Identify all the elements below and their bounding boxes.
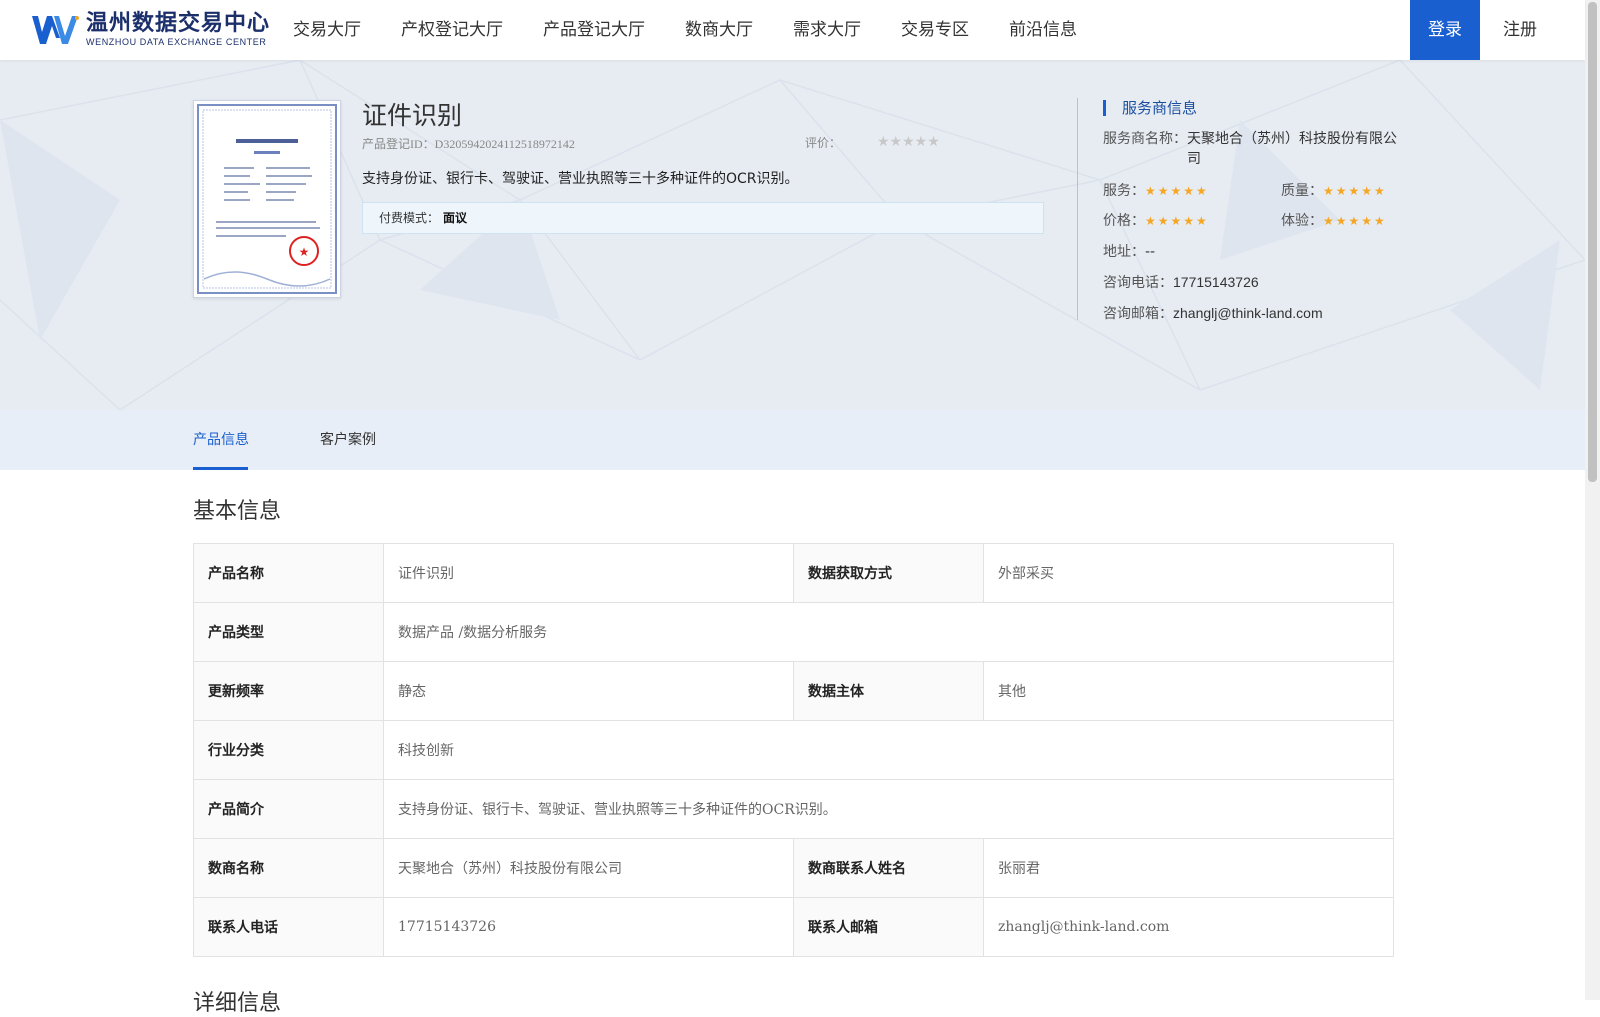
address-label: 地址： (1103, 244, 1145, 260)
table-key: 联系人邮箱 (793, 897, 984, 957)
rating-label: 评价： (805, 136, 842, 150)
provider-name-value[interactable]: 天聚地合（苏州）科技股份有限公司 (1187, 129, 1403, 169)
certificate-graphic: ★ (197, 104, 337, 294)
top-header: 温州数据交易中心 WENZHOU DATA EXCHANGE CENTER 交易… (0, 0, 1585, 60)
table-value: 支持身份证、银行卡、驾驶证、营业执照等三十多种证件的OCR识别。 (383, 779, 1394, 839)
table-key: 联系人电话 (193, 897, 384, 957)
rating-stars-icon[interactable]: ★★★★★ (877, 134, 940, 150)
fee-mode-box: 付费模式： 面议 (362, 202, 1044, 234)
scrollbar-thumb[interactable] (1588, 2, 1597, 482)
email-value[interactable]: zhanglj@think-land.com (1173, 305, 1323, 321)
table-row: 产品简介 支持身份证、银行卡、驾驶证、营业执照等三十多种证件的OCR识别。 (193, 779, 1394, 839)
provider-experience-rating: 体验：★★★★★ (1281, 210, 1387, 230)
table-row: 产品名称 证件识别 数据获取方式 外部采买 (193, 543, 1394, 603)
table-row: 行业分类 科技创新 (193, 720, 1394, 780)
table-value: 科技创新 (383, 720, 1394, 780)
provider-price-rating: 价格：★★★★★ (1103, 210, 1209, 230)
page-scrollbar[interactable] (1585, 0, 1600, 1000)
hero-divider (1077, 98, 1078, 320)
table-key: 数据主体 (793, 661, 984, 721)
table-value: 静态 (383, 661, 794, 721)
product-id-value: D3205942024112518972142 (434, 137, 575, 151)
product-registration-id: 产品登记ID：D3205942024112518972142 (362, 135, 575, 152)
table-value: 外部采买 (983, 543, 1394, 603)
certificate-image[interactable]: ★ (193, 100, 341, 298)
provider-quality-rating: 质量：★★★★★ (1281, 180, 1387, 200)
experience-label: 体验： (1281, 213, 1323, 229)
quality-stars-icon: ★★★★★ (1323, 184, 1387, 198)
quality-label: 质量： (1281, 183, 1323, 199)
detail-info-title: 详细信息 (193, 991, 282, 1016)
price-label: 价格： (1103, 213, 1145, 229)
nav-item-property-registration[interactable]: 产权登记大厅 (401, 0, 503, 60)
table-value: 17715143726 (383, 897, 794, 957)
email-label: 咨询邮箱： (1103, 306, 1173, 322)
provider-name-label: 服务商名称： (1103, 131, 1187, 147)
product-title: 证件识别 (362, 101, 463, 130)
product-id-label: 产品登记ID： (362, 137, 435, 151)
product-hero: ★ 证件识别 产品登记ID：D3205942024112518972142 评价… (0, 60, 1585, 410)
tab-customer-cases[interactable]: 客户案例 (320, 410, 376, 470)
provider-address-row: 地址：-- (1103, 241, 1155, 261)
content-tabs: 产品信息 客户案例 (0, 410, 1585, 470)
nav-item-frontier-info[interactable]: 前沿信息 (1009, 0, 1077, 60)
nav-item-product-registration[interactable]: 产品登记大厅 (543, 0, 645, 60)
provider-name-row: 服务商名称： 天聚地合（苏州）科技股份有限公司 (1103, 129, 1403, 169)
table-key: 产品名称 (193, 543, 384, 603)
provider-service-rating: 服务：★★★★★ (1103, 180, 1209, 200)
nav-item-merchant-hall[interactable]: 数商大厅 (685, 0, 753, 60)
logo-w-icon (32, 16, 79, 44)
logo-chinese-name: 温州数据交易中心 (86, 11, 271, 36)
table-value: 其他 (983, 661, 1394, 721)
svg-text:★: ★ (299, 245, 310, 259)
table-key: 更新频率 (193, 661, 384, 721)
nav-item-trading-hall[interactable]: 交易大厅 (293, 0, 361, 60)
table-row: 更新频率 静态 数据主体 其他 (193, 661, 1394, 721)
table-row: 联系人电话 17715143726 联系人邮箱 zhanglj@think-la… (193, 897, 1394, 957)
nav-item-trading-zone[interactable]: 交易专区 (901, 0, 969, 60)
table-key: 产品类型 (193, 602, 384, 662)
table-key: 数商名称 (193, 838, 384, 898)
table-key: 数商联系人姓名 (793, 838, 984, 898)
nav-item-demand-hall[interactable]: 需求大厅 (793, 0, 861, 60)
table-value: 天聚地合（苏州）科技股份有限公司 (383, 838, 794, 898)
fee-mode-value: 面议 (443, 211, 468, 225)
table-row: 产品类型 数据产品 /数据分析服务 (193, 602, 1394, 662)
phone-label: 咨询电话： (1103, 275, 1173, 291)
service-label: 服务： (1103, 183, 1145, 199)
phone-value[interactable]: 17715143726 (1173, 274, 1259, 290)
provider-phone-row: 咨询电话：17715143726 (1103, 272, 1259, 292)
table-value: 证件识别 (383, 543, 794, 603)
provider-email-row: 咨询邮箱：zhanglj@think-land.com (1103, 303, 1323, 323)
login-button[interactable]: 登录 (1410, 0, 1480, 60)
site-logo[interactable]: 温州数据交易中心 WENZHOU DATA EXCHANGE CENTER (30, 12, 270, 48)
table-key: 数据获取方式 (793, 543, 984, 603)
service-stars-icon: ★★★★★ (1145, 184, 1209, 198)
experience-stars-icon: ★★★★★ (1323, 214, 1387, 228)
register-button[interactable]: 注册 (1485, 0, 1555, 60)
table-key: 产品简介 (193, 779, 384, 839)
main-nav: 交易大厅 产权登记大厅 产品登记大厅 数商大厅 需求大厅 交易专区 前沿信息 (293, 0, 1117, 60)
table-value: 数据产品 /数据分析服务 (383, 602, 1394, 662)
price-stars-icon: ★★★★★ (1145, 214, 1209, 228)
basic-info-title: 基本信息 (193, 499, 282, 524)
product-description: 支持身份证、银行卡、驾驶证、营业执照等三十多种证件的OCR识别。 (362, 171, 799, 187)
tab-product-info[interactable]: 产品信息 (193, 410, 249, 470)
fee-mode-label: 付费模式： (379, 211, 440, 225)
table-row: 数商名称 天聚地合（苏州）科技股份有限公司 数商联系人姓名 张丽君 (193, 838, 1394, 898)
table-key: 行业分类 (193, 720, 384, 780)
logo-english-name: WENZHOU DATA EXCHANGE CENTER (86, 37, 267, 47)
address-value: -- (1145, 244, 1156, 260)
provider-section-title: 服务商信息 (1103, 100, 1197, 116)
table-value: zhanglj@think-land.com (983, 897, 1394, 957)
table-value: 张丽君 (983, 838, 1394, 898)
active-tab-indicator (193, 467, 248, 470)
basic-info-table: 产品名称 证件识别 数据获取方式 外部采买 产品类型 数据产品 /数据分析服务 … (193, 543, 1394, 957)
